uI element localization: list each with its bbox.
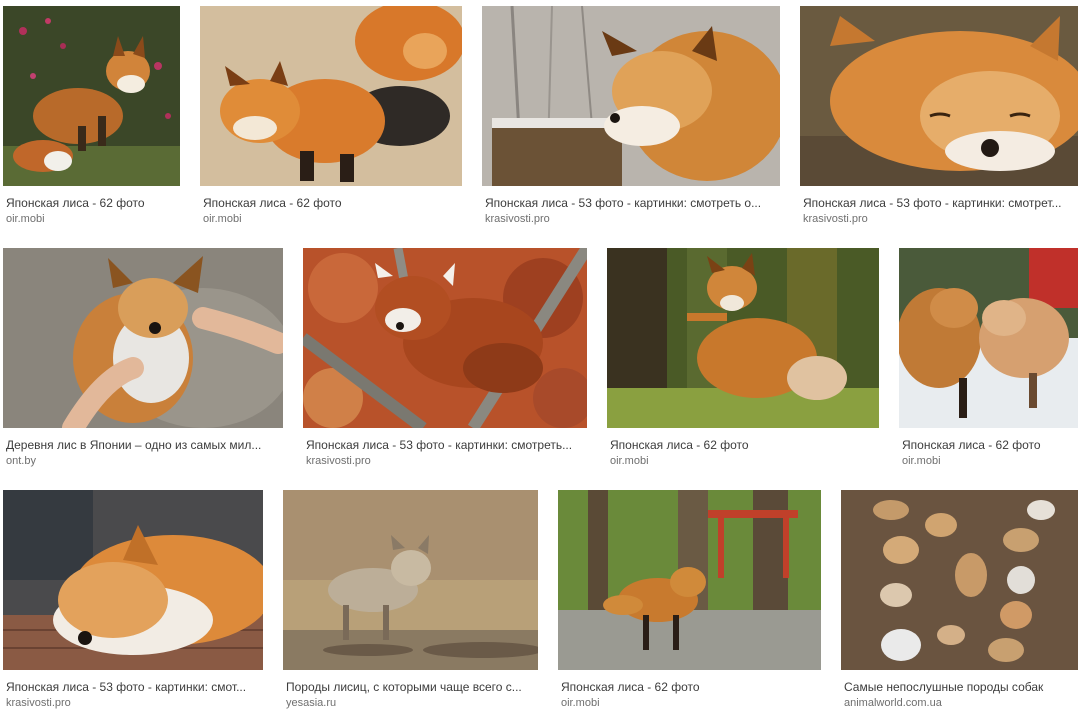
result-card[interactable]: Японская лиса - 53 фото - картинки: смот… xyxy=(3,490,263,711)
result-source[interactable]: oir.mobi xyxy=(3,212,180,227)
many-foxes-from-above-photo[interactable] xyxy=(841,490,1078,670)
result-source[interactable]: ont.by xyxy=(3,454,283,469)
result-card[interactable]: Японская лиса - 53 фото - картинки: смот… xyxy=(482,6,780,227)
result-card[interactable]: Японская лиса - 62 фото oir.mobi xyxy=(558,490,821,711)
red-panda-in-tree-photo[interactable] xyxy=(303,248,587,428)
fox-in-garden-photo[interactable] xyxy=(3,6,180,186)
result-title[interactable]: Японская лиса - 53 фото - картинки: смот… xyxy=(3,679,263,695)
result-title[interactable]: Японская лиса - 62 фото xyxy=(607,437,879,453)
result-title[interactable]: Японская лиса - 62 фото xyxy=(899,437,1078,453)
fox-being-petted-photo[interactable] xyxy=(3,248,283,428)
fox-climbing-tree-photo[interactable] xyxy=(607,248,879,428)
result-card[interactable]: Японская лиса - 62 фото oir.mobi xyxy=(200,6,462,227)
result-title[interactable]: Породы лисиц, с которыми чаще всего с... xyxy=(283,679,538,695)
result-card[interactable]: Деревня лис в Японии – одно из самых мил… xyxy=(3,248,283,469)
result-title[interactable]: Японская лиса - 62 фото xyxy=(200,195,462,211)
grey-fox-standing-photo[interactable] xyxy=(283,490,538,670)
result-title[interactable]: Японская лиса - 53 фото - картинки: смот… xyxy=(800,195,1078,211)
result-card[interactable]: Японская лиса - 53 фото - картинки: смот… xyxy=(800,6,1078,227)
result-title[interactable]: Деревня лис в Японии – одно из самых мил… xyxy=(3,437,283,453)
result-title[interactable]: Японская лиса - 62 фото xyxy=(558,679,821,695)
fox-in-forest-photo[interactable] xyxy=(558,490,821,670)
result-card[interactable]: Японская лиса - 62 фото oir.mobi xyxy=(607,248,879,469)
result-card[interactable]: Породы лисиц, с которыми чаще всего с...… xyxy=(283,490,538,711)
sleeping-fox-closeup-photo[interactable] xyxy=(800,6,1078,186)
result-source[interactable]: oir.mobi xyxy=(607,454,879,469)
result-source[interactable]: yesasia.ru xyxy=(283,696,538,711)
two-foxes-in-snow-photo[interactable] xyxy=(899,248,1078,428)
result-card[interactable]: Японская лиса - 62 фото oir.mobi xyxy=(899,248,1078,469)
result-source[interactable]: krasivosti.pro xyxy=(482,212,780,227)
result-source[interactable]: krasivosti.pro xyxy=(3,696,263,711)
result-title[interactable]: Японская лиса - 53 фото - картинки: смот… xyxy=(303,437,587,453)
result-source[interactable]: oir.mobi xyxy=(558,696,821,711)
fox-closeup-on-stump-photo[interactable] xyxy=(482,6,780,186)
result-title[interactable]: Японская лиса - 53 фото - картинки: смот… xyxy=(482,195,780,211)
result-source[interactable]: oir.mobi xyxy=(200,212,462,227)
result-source[interactable]: krasivosti.pro xyxy=(800,212,1078,227)
result-source[interactable]: animalworld.com.ua xyxy=(841,696,1078,711)
result-card[interactable]: Японская лиса - 53 фото - картинки: смот… xyxy=(303,248,587,469)
result-card[interactable]: Самые непослушные породы собак animalwor… xyxy=(841,490,1078,711)
result-source[interactable]: krasivosti.pro xyxy=(303,454,587,469)
result-title[interactable]: Самые непослушные породы собак xyxy=(841,679,1078,695)
result-source[interactable]: oir.mobi xyxy=(899,454,1078,469)
two-foxes-resting-photo[interactable] xyxy=(200,6,462,186)
result-title[interactable]: Японская лиса - 62 фото xyxy=(3,195,180,211)
result-card[interactable]: Японская лиса - 62 фото oir.mobi xyxy=(3,6,180,227)
fox-sleeping-on-deck-photo[interactable] xyxy=(3,490,263,670)
